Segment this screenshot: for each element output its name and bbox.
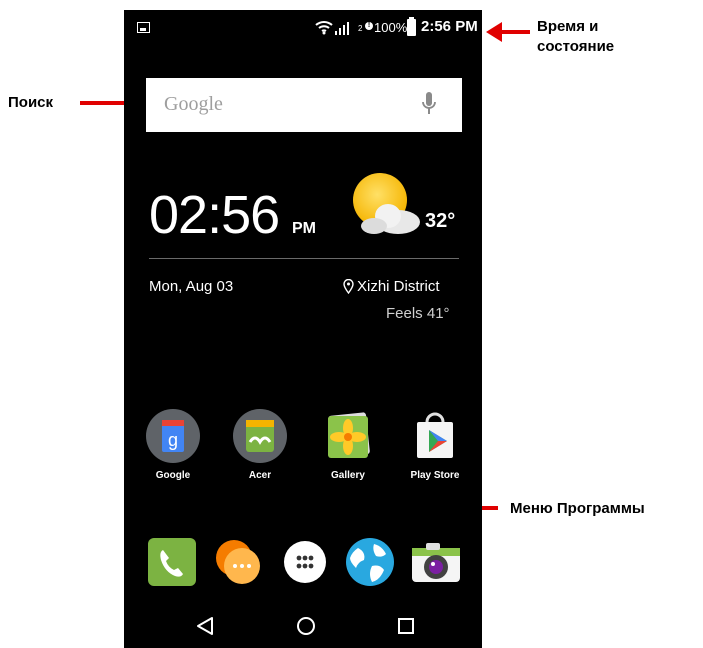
home-icon[interactable]: [296, 616, 316, 636]
dock-messaging[interactable]: [212, 536, 264, 588]
wifi-icon: [315, 21, 333, 35]
battery-icon: [407, 17, 416, 36]
gallery-icon: [320, 408, 376, 464]
clock-widget-ampm: PM: [292, 220, 316, 237]
annotation-time-arrowhead: [486, 22, 502, 42]
svg-text:g: g: [168, 430, 178, 450]
location-text: Xizhi District: [357, 278, 440, 295]
app-label: Acer: [248, 470, 272, 481]
play-store-icon: [407, 408, 463, 464]
dock-phone[interactable]: [146, 536, 198, 588]
annotation-time-arrow: [500, 30, 530, 34]
messaging-icon: [216, 540, 260, 584]
clock-widget-time[interactable]: 02:56: [149, 188, 280, 242]
app-label: Play Store: [410, 470, 460, 481]
app-google[interactable]: g Google: [138, 408, 208, 481]
widget-divider: [149, 258, 459, 259]
app-label: Gallery: [331, 470, 365, 481]
camera-icon: [412, 543, 460, 582]
location-pin-icon: [343, 279, 354, 294]
dock-browser[interactable]: [344, 536, 396, 588]
search-placeholder: Google: [164, 93, 223, 115]
cellular-signal-icon: [335, 22, 349, 35]
google-search-bar[interactable]: Google: [146, 78, 462, 132]
phone-screen: 2 ! 100% 2:56 PM Google 02:56 PM 32° Mon…: [124, 10, 482, 648]
feels-like-text: Feels 41°: [386, 305, 450, 322]
dock-app-drawer[interactable]: [279, 536, 331, 588]
status-bar: 2 ! 100% 2:56 PM: [124, 10, 482, 48]
date-text: Mon, Aug 03: [149, 278, 234, 295]
status-clock: 2:56 PM: [421, 18, 478, 35]
annotation-apps-menu-label: Меню Программы: [510, 500, 645, 517]
google-icon: g: [145, 408, 201, 464]
weather-partly-cloudy-icon[interactable]: [352, 172, 422, 238]
microphone-icon[interactable]: [422, 92, 436, 116]
back-icon[interactable]: [196, 616, 214, 636]
dock-camera[interactable]: [410, 536, 462, 588]
app-acer[interactable]: Acer: [225, 408, 295, 481]
acer-icon: [232, 408, 288, 464]
browser-globe-icon: [346, 538, 394, 586]
app-drawer-icon: [284, 541, 326, 583]
annotation-time-status-line2: состояние: [537, 38, 615, 55]
app-gallery[interactable]: Gallery: [313, 408, 383, 481]
phone-icon: [148, 538, 196, 586]
screenshot-notification-icon: [137, 22, 150, 33]
recents-icon[interactable]: [397, 616, 415, 636]
annotation-time-status-line1: Время и: [537, 18, 599, 35]
temperature: 32°: [425, 210, 456, 232]
sim-alert-icon: !: [365, 22, 373, 30]
sim-label: 2: [358, 24, 363, 33]
app-label: Google: [155, 470, 191, 481]
battery-percent: 100%: [374, 20, 408, 35]
annotation-search-label: Поиск: [8, 94, 54, 111]
app-play-store[interactable]: Play Store: [400, 408, 470, 481]
